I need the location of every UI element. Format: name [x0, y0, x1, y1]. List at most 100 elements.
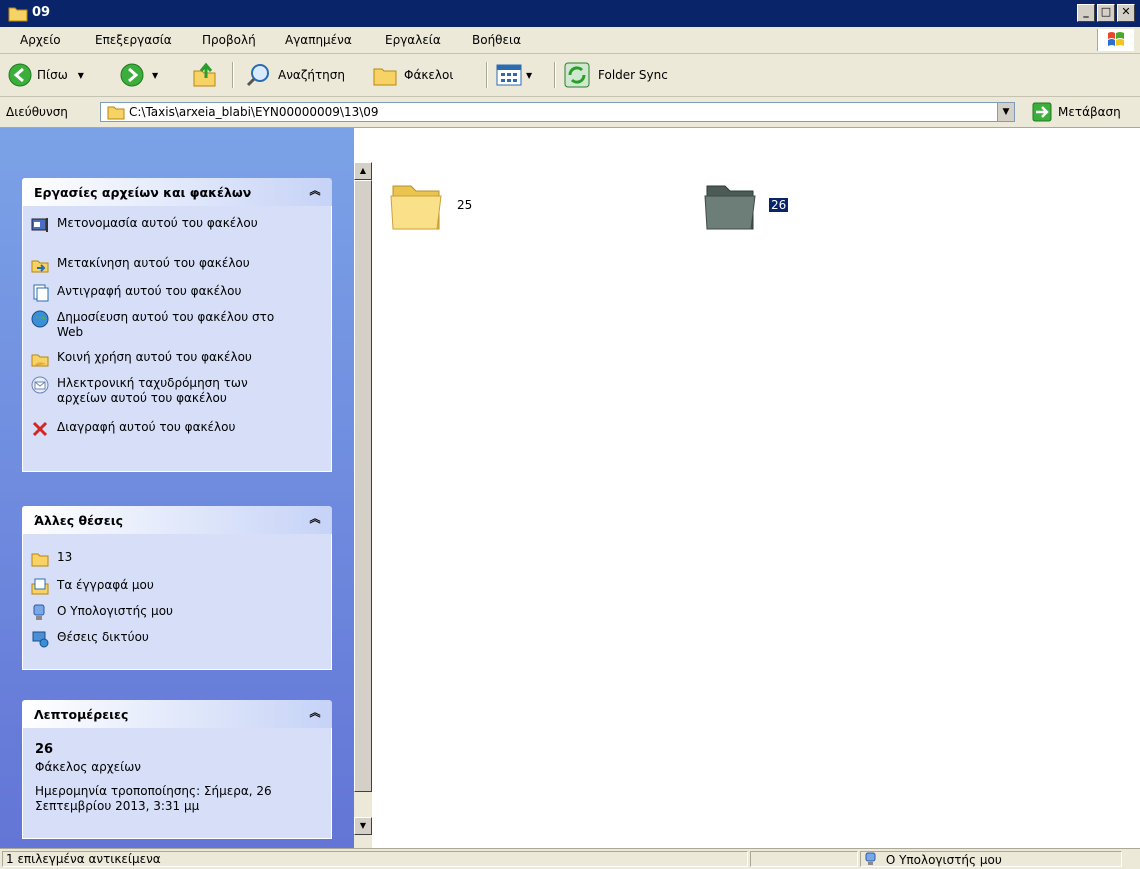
other-places-title: Άλλες θέσεις [34, 513, 124, 528]
task-share-label: Κοινή χρήση αυτού του φακέλου [57, 350, 252, 364]
back-arrow-icon [8, 63, 32, 87]
folder-sync-icon [564, 62, 590, 88]
collapse-chevron-icon[interactable]: ︽ [306, 182, 324, 200]
task-email[interactable]: Ηλεκτρονική ταχυδρόμηση των αρχείων αυτο… [31, 376, 297, 406]
address-bar: Διεύθυνση C:\Taxis\arxeia_blabi\EYN00000… [0, 97, 1140, 128]
views-button[interactable]: ▼ [496, 54, 532, 96]
task-publish[interactable]: Δημοσίευση αυτού του φακέλου στο Web [31, 310, 297, 340]
folder-item-26[interactable]: 26 [703, 176, 789, 234]
file-list-view: 25 26 [373, 162, 1140, 848]
task-rename[interactable]: Μετονομασία αυτού του φακέλου [31, 216, 297, 234]
folders-icon [373, 68, 397, 86]
move-folder-icon [31, 260, 49, 273]
details-body: 26 Φάκελος αρχείων Ημερομηνία τροποποίησ… [22, 728, 332, 839]
task-copy-label: Αντιγραφή αυτού του φακέλου [57, 284, 242, 298]
menu-view[interactable]: Προβολή [202, 33, 256, 47]
views-icon [496, 64, 522, 86]
menu-edit[interactable]: Επεξεργασία [95, 33, 172, 47]
file-tasks-body: Μετονομασία αυτού του φακέλου Μετακίνηση… [22, 206, 332, 472]
folder-sync-button[interactable]: Folder Sync [564, 54, 668, 96]
place-my-documents-label: Τα έγγραφά μου [57, 578, 154, 592]
back-button[interactable]: Πίσω ▼ [8, 54, 84, 96]
up-folder-button[interactable] [192, 54, 218, 96]
status-location-label: Ο Υπολογιστής μου [885, 853, 1002, 867]
maximize-button[interactable]: □ [1097, 4, 1115, 22]
place-network[interactable]: Θέσεις δικτύου [31, 630, 297, 648]
file-tasks-title: Εργασίες αρχείων και φακέλων [34, 185, 252, 200]
share-folder-icon [31, 354, 49, 367]
go-button[interactable]: Μετάβαση [1032, 102, 1121, 122]
address-label: Διεύθυνση [6, 105, 68, 119]
search-button[interactable]: Αναζήτηση [246, 54, 345, 96]
folder-icon [390, 185, 442, 230]
go-arrow-icon [1032, 102, 1052, 122]
place-my-documents[interactable]: Τα έγγραφά μου [31, 578, 297, 596]
address-dropdown-icon[interactable]: ▼ [997, 103, 1014, 121]
back-dropdown-icon[interactable]: ▼ [78, 71, 84, 80]
other-places-header[interactable]: Άλλες θέσεις ︽ [22, 506, 332, 534]
place-network-label: Θέσεις δικτύου [57, 630, 149, 644]
menu-tools[interactable]: Εργαλεία [385, 33, 441, 47]
folder-label: 25 [457, 198, 473, 212]
forward-arrow-icon [120, 63, 144, 87]
go-label: Μετάβαση [1058, 105, 1121, 119]
publish-web-icon [31, 310, 49, 328]
my-documents-icon [31, 578, 49, 595]
back-label: Πίσω [37, 68, 68, 82]
file-tasks-header[interactable]: Εργασίες αρχείων και φακέλων ︽ [22, 178, 332, 206]
status-bar: 1 επιλεγμένα αντικείμενα Ο Υπολογιστής μ… [0, 848, 1140, 869]
details-name: 26 [35, 742, 54, 757]
folder-item-25[interactable]: 25 [389, 176, 474, 234]
my-computer-icon [33, 604, 45, 620]
place-my-computer[interactable]: Ο Υπολογιστής μου [31, 604, 297, 622]
place-13[interactable]: 13 [31, 550, 297, 568]
my-computer-icon [865, 852, 876, 865]
status-selection: 1 επιλεγμένα αντικείμενα [2, 851, 748, 867]
close-button[interactable]: ✕ [1117, 4, 1135, 22]
other-places-body: 13 Τα έγγραφά μου Ο Υπολογιστής μου Θέσε… [22, 534, 332, 670]
task-move-label: Μετακίνηση αυτού του φακέλου [57, 256, 250, 270]
menu-favorites[interactable]: Αγαπημένα [285, 33, 352, 47]
task-pane: Εργασίες αρχείων και φακέλων ︽ Μετονομασ… [0, 128, 354, 848]
details-header[interactable]: Λεπτομέρειες ︽ [22, 700, 332, 728]
status-empty-cell [750, 851, 858, 867]
file-tasks-panel: Εργασίες αρχείων και φακέλων ︽ Μετονομασ… [22, 178, 332, 472]
details-type: Φάκελος αρχείων [35, 760, 141, 774]
views-dropdown-icon[interactable]: ▼ [526, 71, 532, 80]
rename-icon [31, 218, 48, 232]
search-label: Αναζήτηση [278, 68, 345, 82]
task-publish-label: Δημοσίευση αυτού του φακέλου στο Web [57, 310, 275, 339]
window-title: 09 [32, 5, 51, 20]
minimize-button[interactable]: _ [1077, 4, 1095, 22]
up-folder-icon [193, 62, 216, 87]
forward-button[interactable]: ▼ [120, 54, 158, 96]
address-input[interactable]: C:\Taxis\arxeia_blabi\EYN00000009\13\09 … [100, 102, 1015, 122]
task-share[interactable]: Κοινή χρήση αυτού του φακέλου [31, 350, 297, 368]
address-path: C:\Taxis\arxeia_blabi\EYN00000009\13\09 [129, 105, 379, 119]
details-modified: Ημερομηνία τροποποίησης: Σήμερα, 26 Σεπτ… [35, 784, 272, 813]
forward-dropdown-icon[interactable]: ▼ [152, 71, 158, 80]
task-delete[interactable]: Διαγραφή αυτού του φακέλου [31, 420, 297, 438]
search-icon [246, 64, 269, 87]
menu-file[interactable]: Αρχείο [20, 33, 61, 47]
copy-icon [33, 284, 49, 302]
menu-help[interactable]: Βοήθεια [472, 33, 521, 47]
place-my-computer-label: Ο Υπολογιστής μου [57, 604, 173, 618]
other-places-panel: Άλλες θέσεις ︽ 13 Τα έγγραφά μου Ο Υπολο… [22, 506, 332, 670]
details-title: Λεπτομέρειες [34, 707, 129, 722]
vertical-scrollbar[interactable]: ▲ ▼ [354, 162, 372, 848]
scroll-thumb[interactable] [354, 180, 372, 792]
task-email-label: Ηλεκτρονική ταχυδρόμηση των αρχείων αυτο… [57, 376, 248, 405]
folder-icon [107, 106, 125, 120]
network-places-icon [32, 631, 49, 648]
collapse-chevron-icon[interactable]: ︽ [306, 510, 324, 528]
scroll-down-button[interactable]: ▼ [354, 817, 372, 835]
task-copy[interactable]: Αντιγραφή αυτού του φακέλου [31, 284, 297, 302]
folders-button[interactable]: Φάκελοι [372, 54, 453, 96]
windows-logo-icon [1097, 29, 1134, 51]
folder-label: 26 [769, 198, 789, 212]
toolbar: Πίσω ▼ ▼ Αναζήτηση Φάκελοι ▼ Folder Sync [0, 54, 1140, 97]
scroll-up-button[interactable]: ▲ [354, 162, 372, 180]
task-move[interactable]: Μετακίνηση αυτού του φακέλου [31, 256, 297, 274]
collapse-chevron-icon[interactable]: ︽ [306, 704, 324, 722]
